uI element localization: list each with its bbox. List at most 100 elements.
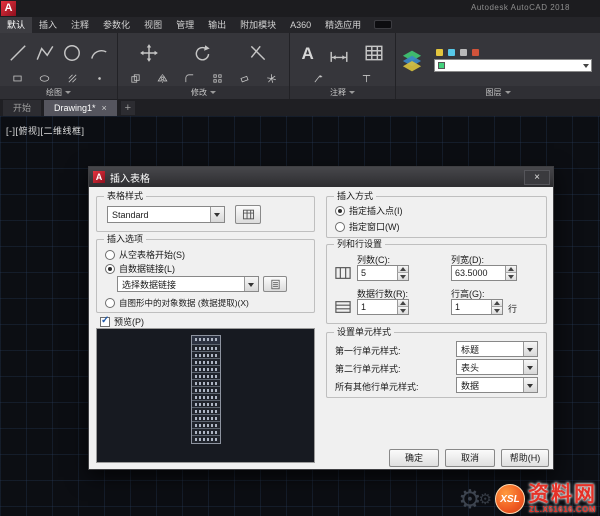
- ribbon-tab-parametric[interactable]: 参数化: [96, 17, 137, 33]
- tab-start[interactable]: 开始: [3, 100, 42, 116]
- chevron-down-icon: [349, 91, 355, 97]
- data-rows-spinner[interactable]: 1: [357, 299, 409, 315]
- trim-icon[interactable]: [248, 43, 268, 63]
- ribbon-tab-view[interactable]: 视图: [137, 17, 169, 33]
- viewport-controls[interactable]: [-][俯视][二维线框]: [6, 124, 85, 137]
- chevron-down-icon[interactable]: [523, 378, 537, 392]
- leader-icon[interactable]: [313, 73, 324, 84]
- autocad-dialog-logo-icon: A: [93, 171, 105, 183]
- watermark-logo: XSL: [495, 484, 525, 514]
- table-style-select[interactable]: Standard: [107, 206, 225, 223]
- chevron-down-icon[interactable]: [244, 277, 258, 291]
- spinner-up-icon[interactable]: [505, 266, 516, 273]
- from-empty-radio[interactable]: [105, 249, 115, 260]
- data-rows-value: 1: [361, 302, 367, 312]
- layer-freeze-icon[interactable]: [448, 49, 455, 56]
- spinner-up-icon[interactable]: [397, 266, 408, 273]
- mtext-icon[interactable]: [361, 73, 372, 84]
- chevron-down-icon[interactable]: [210, 207, 224, 222]
- autocad-window: A Autodesk AutoCAD 2018 默认 插入 注释 参数化 视图 …: [0, 0, 600, 516]
- first-row-style-select[interactable]: 标题: [456, 341, 538, 357]
- tab-drawing1[interactable]: Drawing1* ×: [44, 100, 117, 116]
- preview-checkbox[interactable]: [100, 315, 110, 327]
- col-width-spinner[interactable]: 63.5000: [451, 265, 517, 281]
- from-data-link-radio[interactable]: [105, 263, 115, 274]
- table-icon[interactable]: [364, 43, 384, 63]
- new-drawing-tab-button[interactable]: +: [120, 101, 135, 115]
- hatch-icon[interactable]: [67, 73, 78, 84]
- circle-icon[interactable]: [62, 43, 82, 63]
- help-button[interactable]: 帮助(H): [501, 449, 549, 467]
- ribbon-overflow-button[interactable]: [374, 20, 393, 29]
- spinner-down-icon[interactable]: [491, 307, 502, 314]
- ribbon-tab-annotate[interactable]: 注释: [64, 17, 96, 33]
- spinner-down-icon[interactable]: [505, 273, 516, 280]
- layer-on-icon[interactable]: [436, 49, 443, 56]
- ribbon-tab-addins[interactable]: 附加模块: [233, 17, 283, 33]
- other-rows-style-select[interactable]: 数据: [456, 377, 538, 393]
- spinner-up-icon[interactable]: [491, 300, 502, 307]
- app-title: Autodesk AutoCAD 2018: [470, 3, 570, 12]
- cancel-button[interactable]: 取消: [445, 449, 495, 467]
- panel-label-annotate[interactable]: 注释: [290, 86, 395, 99]
- rotate-icon[interactable]: [193, 43, 213, 63]
- second-row-style-value: 表头: [461, 363, 480, 373]
- preview-checkbox-label: 预览(P): [114, 317, 144, 327]
- layer-select[interactable]: [434, 59, 592, 72]
- text-tool-icon[interactable]: A: [301, 45, 313, 62]
- move-icon[interactable]: [139, 43, 159, 63]
- dialog-close-icon[interactable]: ×: [524, 169, 550, 185]
- chevron-down-icon: [504, 91, 511, 97]
- file-tab-bar: 开始 Drawing1* × +: [0, 99, 600, 116]
- ribbon-tab-a360[interactable]: A360: [283, 17, 318, 33]
- spinner-up-icon[interactable]: [397, 300, 408, 307]
- from-object-data-radio[interactable]: [105, 298, 115, 308]
- layer-properties-icon[interactable]: [400, 48, 424, 74]
- copy-icon[interactable]: [130, 73, 141, 84]
- rectangle-icon[interactable]: [12, 73, 23, 84]
- mirror-icon[interactable]: [157, 73, 168, 84]
- table-style-value: Standard: [112, 210, 149, 220]
- ribbon-tab-insert[interactable]: 插入: [32, 17, 64, 33]
- ellipse-icon[interactable]: [39, 73, 50, 84]
- chevron-down-icon: [583, 64, 589, 71]
- tab-close-icon[interactable]: ×: [102, 100, 107, 116]
- explode-icon[interactable]: [266, 73, 277, 84]
- chevron-down-icon[interactable]: [523, 342, 537, 356]
- specify-point-radio[interactable]: [335, 205, 345, 216]
- spinner-down-icon[interactable]: [397, 307, 408, 314]
- dialog-title-bar[interactable]: A 插入表格 ×: [89, 167, 553, 187]
- ribbon-tab-output[interactable]: 输出: [201, 17, 233, 33]
- arc-icon[interactable]: [89, 43, 109, 63]
- spinner-down-icon[interactable]: [397, 273, 408, 280]
- preview-table-row: [191, 366, 220, 373]
- panel-label-layers[interactable]: 图层: [396, 86, 600, 99]
- fillet-icon[interactable]: [184, 73, 195, 84]
- second-row-style-select[interactable]: 表头: [456, 359, 538, 375]
- layer-color-icon[interactable]: [472, 49, 479, 56]
- columns-spinner[interactable]: 5: [357, 265, 409, 281]
- panel-label-modify[interactable]: 修改: [118, 86, 289, 99]
- ribbon-tab-home[interactable]: 默认: [0, 17, 33, 33]
- autocad-logo-icon[interactable]: A: [1, 1, 16, 16]
- polyline-icon[interactable]: [35, 43, 55, 63]
- specify-window-radio[interactable]: [335, 221, 345, 232]
- ok-button[interactable]: 确定: [389, 449, 439, 467]
- ribbon-tab-manage[interactable]: 管理: [169, 17, 201, 33]
- line-icon[interactable]: [8, 43, 28, 63]
- preview-table-row: [191, 429, 220, 436]
- row-height-spinner[interactable]: 1: [451, 299, 503, 315]
- point-icon[interactable]: [94, 73, 105, 84]
- dimension-icon[interactable]: [329, 43, 349, 63]
- option-from-empty-table: 从空表格开始(S): [105, 248, 185, 261]
- panel-label-draw[interactable]: 绘图: [0, 86, 117, 99]
- array-icon[interactable]: [212, 73, 223, 84]
- watermark-site-url: ZL.X51616.COM: [529, 505, 596, 514]
- layer-lock-icon[interactable]: [460, 49, 467, 56]
- data-link-select[interactable]: 选择数据链接: [117, 276, 259, 292]
- ribbon-tab-featured-apps[interactable]: 精选应用: [318, 17, 368, 33]
- data-link-manager-button[interactable]: [263, 276, 287, 292]
- erase-icon[interactable]: [239, 73, 250, 84]
- launch-table-style-dialog-button[interactable]: [235, 205, 261, 224]
- chevron-down-icon[interactable]: [523, 360, 537, 374]
